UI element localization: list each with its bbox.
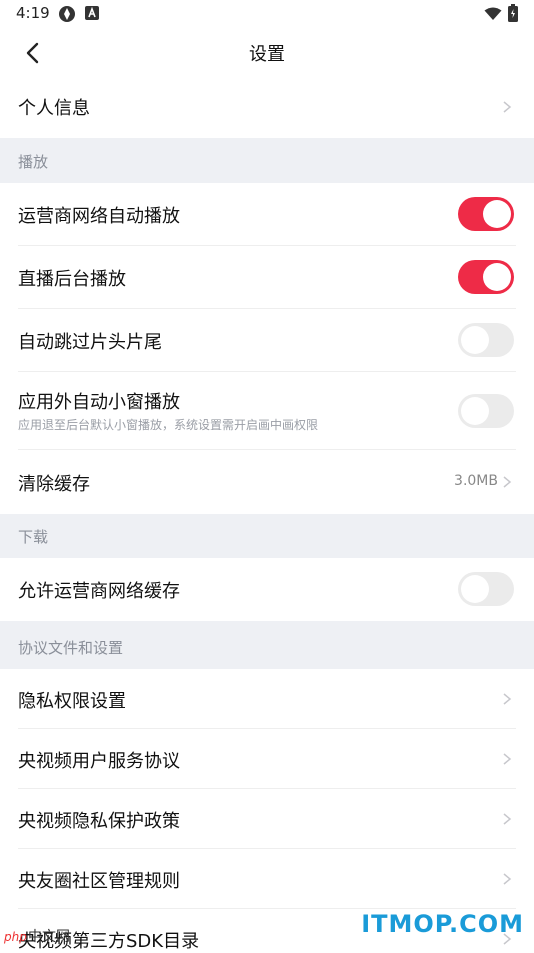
allow-carrier-cache-label: 允许运营商网络缓存 (18, 581, 180, 602)
allow-carrier-cache-toggle[interactable] (458, 572, 514, 606)
status-time: 4:19 (16, 4, 50, 22)
section-agreements: 协议文件和设置 (0, 621, 534, 669)
personal-info-row[interactable]: 个人信息 (0, 76, 534, 138)
pip-play-row: 应用外自动小窗播放 应用退至后台默认小窗播放，系统设置需开启画中画权限 (0, 372, 534, 450)
pip-play-label: 应用外自动小窗播放 (18, 392, 180, 413)
allow-carrier-cache-row: 允许运营商网络缓存 (0, 558, 534, 621)
site-watermark: ITMOP.COM (361, 910, 524, 938)
cache-size-value: 3.0MB (454, 473, 498, 489)
skip-intro-toggle[interactable] (458, 323, 514, 357)
chevron-right-icon (503, 693, 512, 705)
community-rules-row[interactable]: 央友圈社区管理规则 (0, 849, 534, 909)
chevron-right-icon (503, 753, 512, 765)
privacy-policy-label: 央视频隐私保护政策 (18, 811, 180, 832)
section-playback: 播放 (0, 138, 534, 183)
battery-icon (508, 4, 518, 26)
carrier-autoplay-label: 运营商网络自动播放 (18, 206, 180, 227)
pip-play-description: 应用退至后台默认小窗播放，系统设置需开启画中画权限 (18, 418, 319, 432)
personal-info-label: 个人信息 (18, 98, 90, 119)
php-watermark-text: 中文网 (28, 929, 70, 945)
clear-cache-label: 清除缓存 (18, 474, 90, 495)
skip-intro-row: 自动跳过片头片尾 (0, 309, 534, 372)
community-rules-label: 央友圈社区管理规则 (18, 871, 180, 892)
background-play-label: 直播后台播放 (18, 269, 126, 290)
status-bar: 4:19 (0, 0, 534, 28)
skip-intro-label: 自动跳过片头片尾 (18, 332, 162, 353)
toggle-knob (483, 263, 511, 291)
chevron-right-icon (503, 101, 512, 113)
page-title: 设置 (249, 44, 285, 65)
wifi-icon (484, 6, 502, 25)
pip-play-toggle[interactable] (458, 394, 514, 428)
service-agreement-row[interactable]: 央视频用户服务协议 (0, 729, 534, 789)
carrier-autoplay-toggle[interactable] (458, 197, 514, 231)
background-play-row: 直播后台播放 (0, 246, 534, 309)
privacy-policy-row[interactable]: 央视频隐私保护政策 (0, 789, 534, 849)
toggle-knob (461, 326, 489, 354)
toggle-knob (483, 200, 511, 228)
privacy-permissions-label: 隐私权限设置 (18, 691, 126, 712)
chevron-right-icon (503, 476, 512, 488)
service-agreement-label: 央视频用户服务协议 (18, 751, 180, 772)
carrier-autoplay-row: 运营商网络自动播放 (0, 183, 534, 246)
toggle-knob (461, 575, 489, 603)
clear-cache-row[interactable]: 清除缓存 3.0MB (0, 450, 534, 514)
php-watermark-badge: php (4, 930, 27, 944)
a-notification-icon (84, 5, 100, 25)
section-download-label: 下载 (18, 528, 49, 546)
chevron-right-icon (503, 813, 512, 825)
chevron-right-icon (503, 873, 512, 885)
toggle-knob (461, 397, 489, 425)
app-notification-icon (58, 5, 76, 27)
privacy-permissions-row[interactable]: 隐私权限设置 (0, 669, 534, 729)
section-agreements-label: 协议文件和设置 (18, 639, 124, 657)
section-playback-label: 播放 (18, 153, 49, 171)
title-bar: 设置 (0, 28, 534, 76)
section-download: 下载 (0, 514, 534, 558)
background-play-toggle[interactable] (458, 260, 514, 294)
